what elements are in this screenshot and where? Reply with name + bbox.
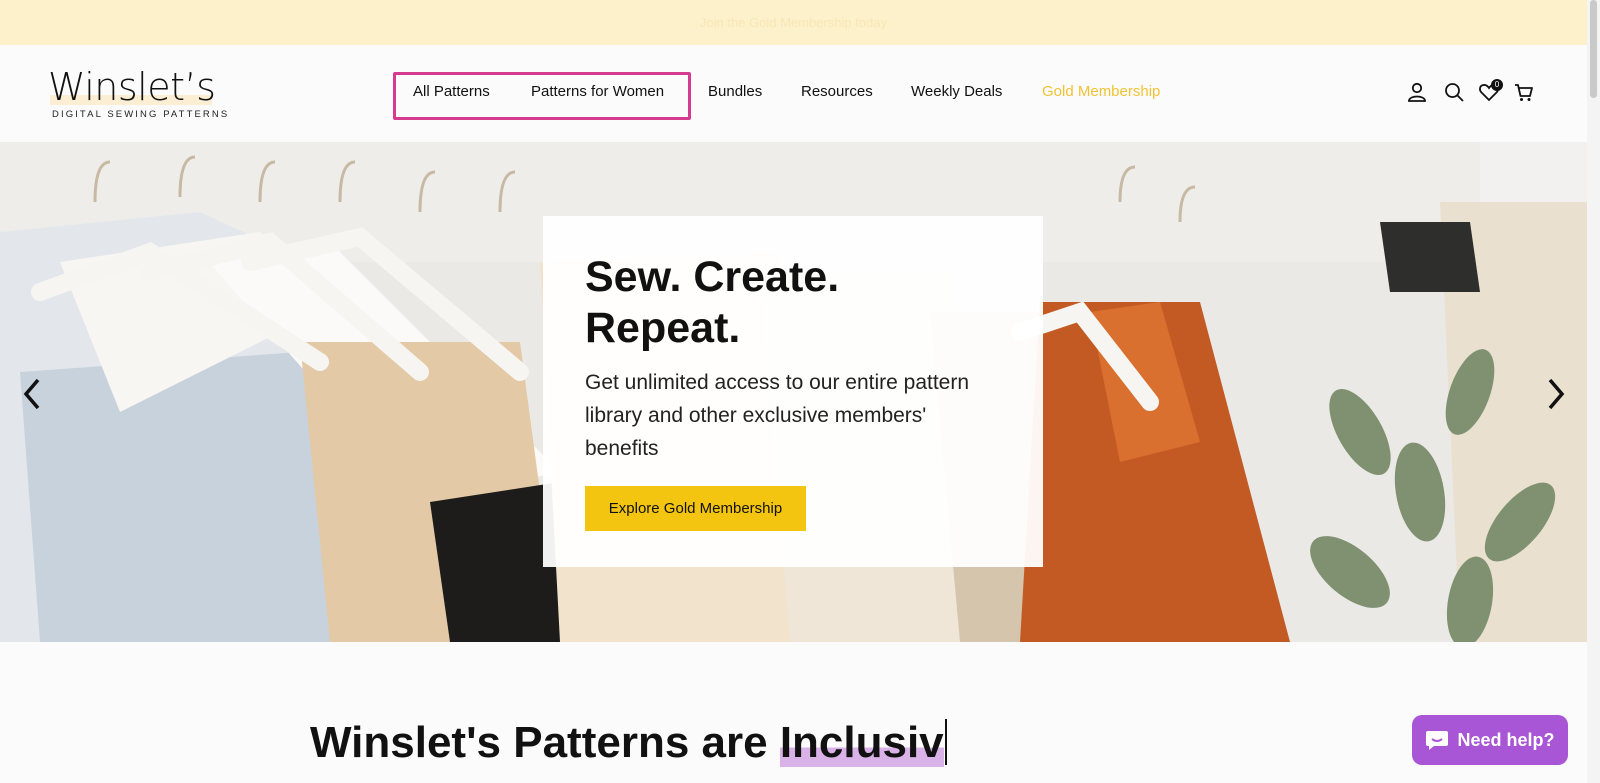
nav-weekly-deals[interactable]: Weekly Deals — [911, 83, 1002, 100]
section-heading: Winslet's Patterns are Inclusiv — [310, 718, 947, 768]
hero-slideshow: Sew. Create. Repeat. Get unlimited acces… — [0, 142, 1587, 642]
cart-icon[interactable] — [1513, 81, 1535, 103]
nav-all-patterns[interactable]: All Patterns — [413, 83, 490, 100]
text-cursor — [944, 719, 947, 765]
nav-resources[interactable]: Resources — [801, 83, 873, 100]
need-help-label: Need help? — [1457, 729, 1555, 750]
announcement-bar: Join the Gold Membership today — [0, 0, 1587, 45]
chevron-right-icon[interactable] — [1540, 374, 1570, 414]
page-scrollbar[interactable] — [1587, 0, 1600, 783]
site-header: Winslet’s DIGITAL SEWING PATTERNS All Pa… — [0, 45, 1587, 142]
logo-tagline: DIGITAL SEWING PATTERNS — [52, 109, 230, 120]
nav-patterns-for-women[interactable]: Patterns for Women — [531, 83, 664, 100]
account-icon[interactable] — [1406, 81, 1428, 103]
section-heading-selected-text: Inclusiv — [779, 718, 944, 767]
hero-title: Sew. Create. Repeat. — [585, 253, 840, 352]
wishlist-count-badge: 0 — [1491, 79, 1503, 91]
chevron-left-icon[interactable] — [18, 374, 48, 414]
explore-gold-membership-button[interactable]: Explore Gold Membership — [585, 486, 806, 531]
scrollbar-thumb[interactable] — [1590, 0, 1597, 98]
site-logo[interactable]: Winslet’s DIGITAL SEWING PATTERNS — [48, 65, 227, 125]
announcement-text[interactable]: Join the Gold Membership today — [700, 15, 887, 30]
chat-icon — [1426, 731, 1449, 750]
hero-card: Sew. Create. Repeat. Get unlimited acces… — [543, 216, 1043, 567]
nav-bundles[interactable]: Bundles — [708, 83, 762, 100]
search-icon[interactable] — [1443, 81, 1465, 103]
nav-gold-membership[interactable]: Gold Membership — [1042, 83, 1160, 100]
need-help-button[interactable]: Need help? — [1412, 715, 1568, 765]
section-heading-text: Winslet's Patterns are — [310, 718, 780, 767]
hero-description: Get unlimited access to our entire patte… — [585, 371, 970, 460]
logo-wordmark: Winslet’s — [48, 65, 216, 109]
